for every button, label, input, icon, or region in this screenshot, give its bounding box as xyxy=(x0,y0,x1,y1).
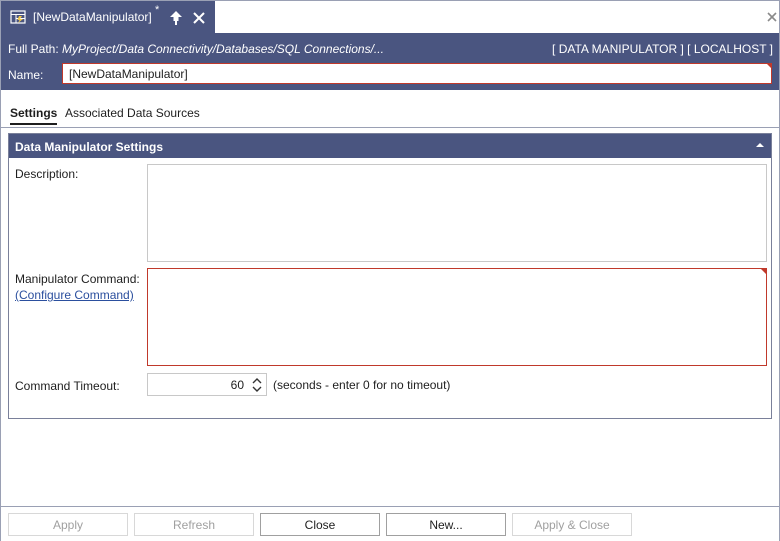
timeout-hint: (seconds - enter 0 for no timeout) xyxy=(273,378,451,392)
modified-marker: * xyxy=(155,4,160,16)
settings-tabs: Settings Associated Data Sources xyxy=(1,100,779,128)
timeout-value: 60 xyxy=(230,378,244,392)
timeout-label: Command Timeout: xyxy=(15,379,120,393)
full-path-value: MyProject/Data Connectivity/Databases/SQ… xyxy=(62,42,384,56)
tab-title: [NewDataManipulator] xyxy=(33,10,152,24)
name-input[interactable] xyxy=(62,63,772,84)
close-icon[interactable] xyxy=(190,9,208,27)
tab-associated-data-sources[interactable]: Associated Data Sources xyxy=(65,106,200,120)
tab-settings[interactable]: Settings xyxy=(10,106,58,125)
pin-icon[interactable] xyxy=(167,9,185,27)
command-field[interactable] xyxy=(147,268,767,366)
data-manipulator-icon xyxy=(10,10,26,24)
full-path-label: Full Path: xyxy=(8,42,59,56)
chevron-up-icon[interactable] xyxy=(755,141,765,149)
description-field[interactable] xyxy=(147,164,767,262)
apply-button[interactable]: Apply xyxy=(8,513,128,536)
apply-close-button[interactable]: Apply & Close xyxy=(512,513,632,536)
document-tab[interactable]: [NewDataManipulator] * xyxy=(1,1,215,33)
name-label: Name: xyxy=(8,68,44,82)
window-close-icon[interactable] xyxy=(765,10,779,24)
group-title: Data Manipulator Settings xyxy=(15,140,164,154)
tab-strip: [NewDataManipulator] * xyxy=(1,1,779,33)
group-header: Data Manipulator Settings xyxy=(9,134,771,158)
close-button[interactable]: Close xyxy=(260,513,380,536)
timeout-stepper[interactable]: 60 xyxy=(147,373,267,396)
context-badge: [ DATA MANIPULATOR ] [ LOCALHOST ] xyxy=(552,42,773,56)
settings-group: Data Manipulator Settings Description: M… xyxy=(8,133,772,419)
button-bar: Apply Refresh Close New... Apply & Close xyxy=(1,506,779,541)
new-button[interactable]: New... xyxy=(386,513,506,536)
configure-command-link[interactable]: (Configure Command) xyxy=(15,288,134,302)
required-marker xyxy=(767,64,772,69)
header-band: Full Path: MyProject/Data Connectivity/D… xyxy=(1,33,779,90)
description-label: Description: xyxy=(15,167,79,181)
editor-window: [NewDataManipulator] * Full Path: MyProj… xyxy=(0,0,780,541)
command-label: Manipulator Command: xyxy=(15,272,140,286)
required-marker xyxy=(761,269,766,274)
refresh-button[interactable]: Refresh xyxy=(134,513,254,536)
spin-arrows-icon[interactable] xyxy=(252,377,262,393)
